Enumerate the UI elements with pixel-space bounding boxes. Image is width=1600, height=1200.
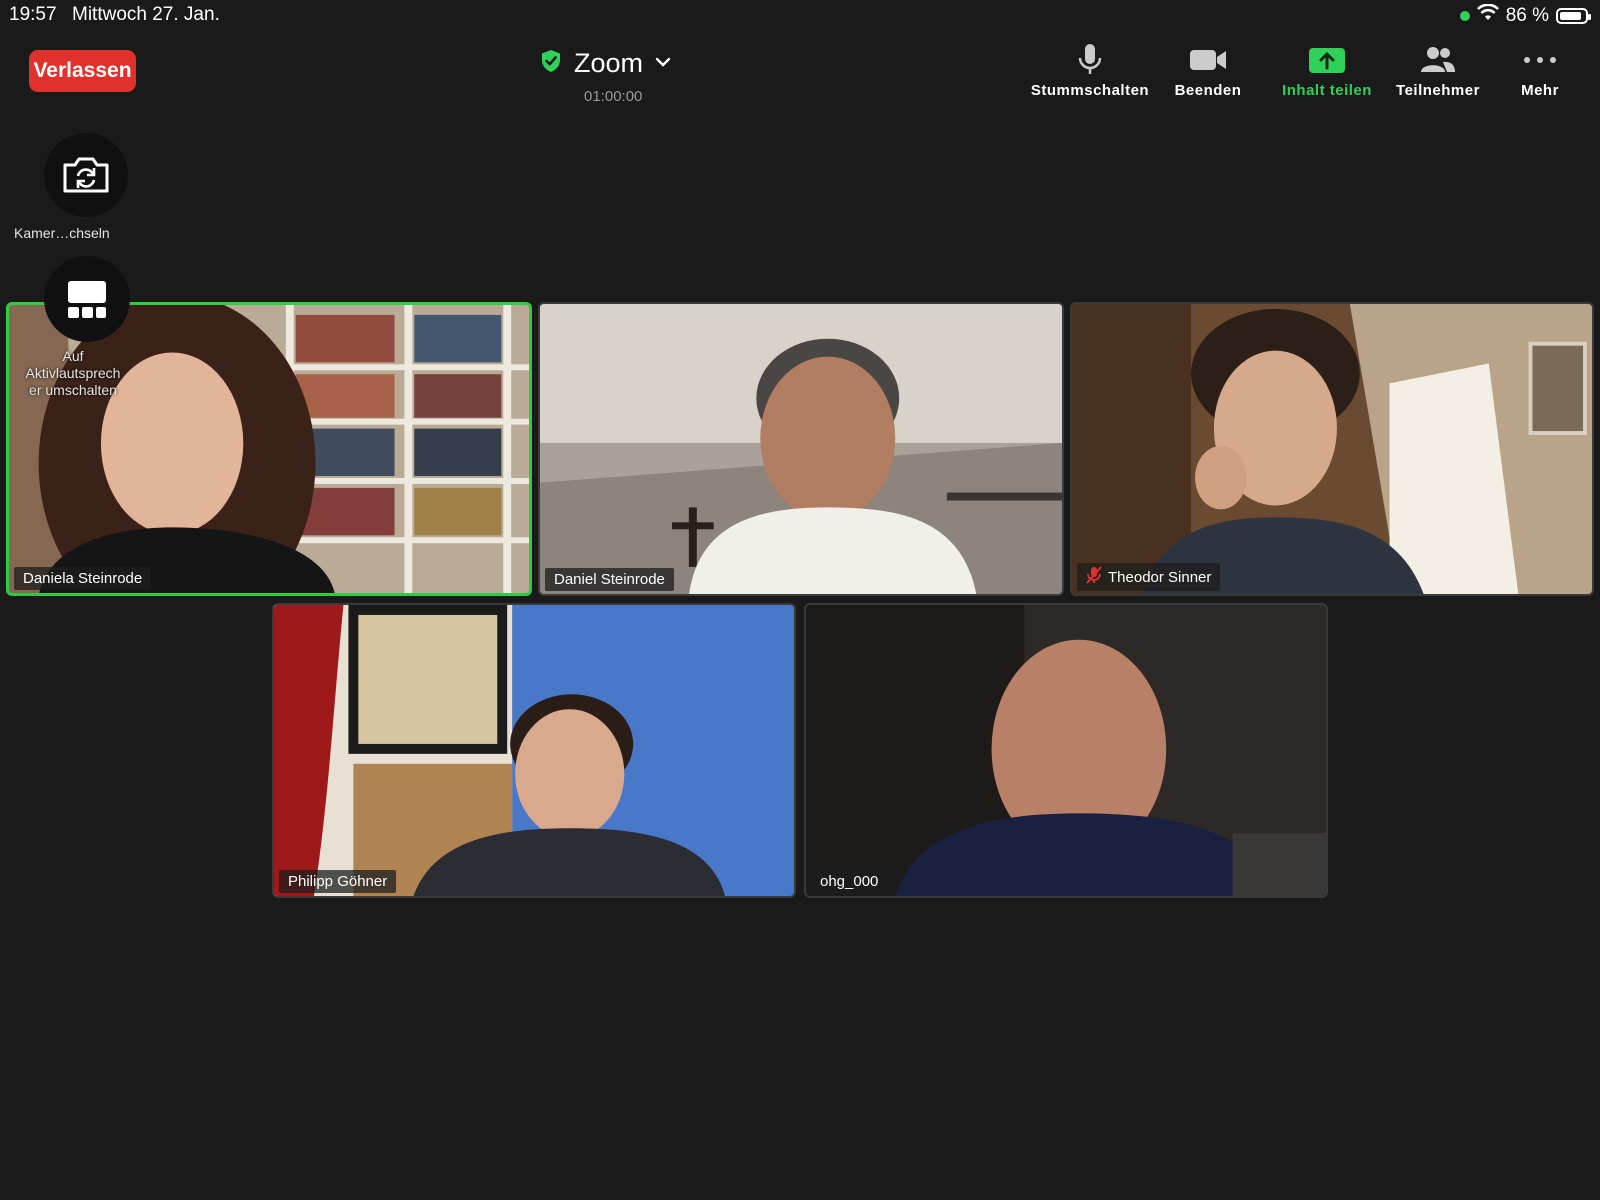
battery-icon xyxy=(1556,8,1591,24)
camera-in-use-dot xyxy=(1459,11,1470,21)
wifi-icon xyxy=(1476,3,1499,28)
status-indicators: 86 % xyxy=(1459,3,1591,28)
video-tile[interactable]: Daniel Steinrode xyxy=(538,302,1064,596)
video-feed xyxy=(1072,304,1592,594)
more-button[interactable]: Mehr xyxy=(1470,40,1600,99)
speaker-view-label-3: er umschalten xyxy=(29,382,117,398)
muted-microphone-icon xyxy=(1086,566,1102,588)
speaker-view-icon xyxy=(68,281,106,318)
participant-name: Philipp Göhner xyxy=(288,873,388,890)
participants-label: Teilnehmer xyxy=(1396,82,1480,99)
share-content-label: Inhalt teilen xyxy=(1282,82,1372,99)
video-tile[interactable]: ohg_000 xyxy=(804,603,1328,898)
participant-name-tag: Philipp Göhner xyxy=(279,870,397,893)
status-bar: 19:57 Mittwoch 27. Jan. 86 % xyxy=(0,0,1600,30)
participant-name: Daniel Steinrode xyxy=(554,571,665,588)
participant-name: Theodor Sinner xyxy=(1108,568,1212,586)
status-time: 19:57 xyxy=(9,4,57,25)
stop-video-label: Beenden xyxy=(1174,82,1242,99)
video-tile[interactable]: Theodor Sinner xyxy=(1070,302,1594,596)
camera-switch-icon xyxy=(63,157,109,193)
participant-name-tag: Daniel Steinrode xyxy=(545,568,674,591)
switch-camera-label: Kamer…chseln xyxy=(14,225,110,241)
more-dots-icon xyxy=(1523,40,1557,80)
more-label: Mehr xyxy=(1521,82,1559,99)
video-feed xyxy=(274,605,794,896)
participant-name-tag: Daniela Steinrode xyxy=(14,567,152,590)
microphone-icon xyxy=(1076,40,1104,80)
switch-to-speaker-view-button[interactable]: Auf Aktivlautsprech er umschalten xyxy=(14,256,132,399)
video-camera-icon xyxy=(1189,40,1227,80)
participants-icon xyxy=(1419,40,1457,80)
switch-camera-button[interactable]: Kamer…chseln xyxy=(14,133,159,242)
participant-name: ohg_000 xyxy=(820,873,879,890)
speaker-view-label-1: Auf xyxy=(62,348,84,364)
share-arrow-icon xyxy=(1309,40,1345,80)
speaker-view-circle xyxy=(44,256,130,342)
switch-camera-circle xyxy=(44,133,128,217)
status-date: Mittwoch 27. Jan. xyxy=(72,4,220,25)
mute-label: Stummschalten xyxy=(1030,82,1150,99)
speaker-view-label-2: Aktivlautsprech xyxy=(25,365,121,381)
video-tile[interactable]: Philipp Göhner xyxy=(272,603,796,898)
participant-name: Daniela Steinrode xyxy=(23,570,143,587)
participant-name-tag: ohg_000 xyxy=(811,870,888,893)
participant-name-tag: Theodor Sinner xyxy=(1077,563,1221,591)
battery-percent: 86 % xyxy=(1505,5,1549,26)
video-feed xyxy=(806,605,1326,896)
video-feed xyxy=(540,304,1062,594)
meeting-toolbar: Stummschalten Beenden Inhalt teilen Teil… xyxy=(0,40,1600,100)
